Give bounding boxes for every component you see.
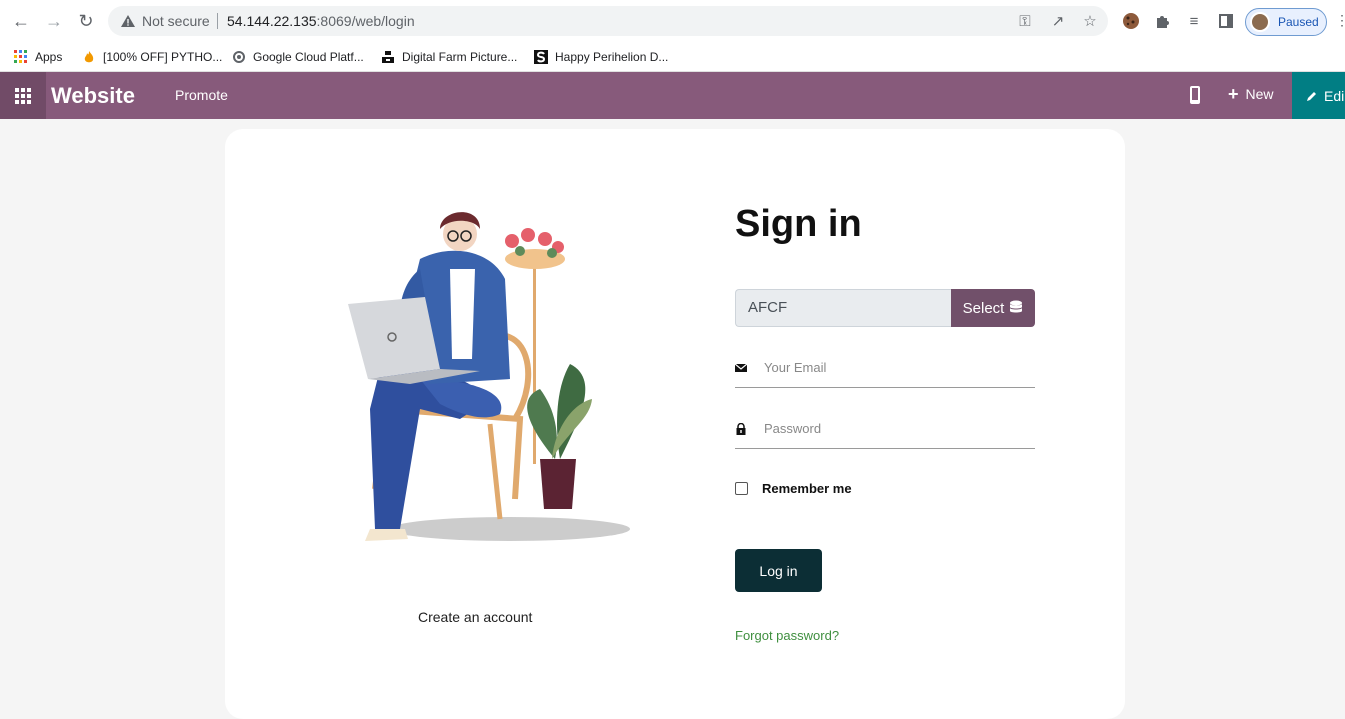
bookmark-label: [100% OFF] PYTHO... bbox=[103, 50, 223, 64]
select-database-button[interactable]: Select bbox=[951, 289, 1035, 327]
unsplash-icon bbox=[382, 51, 394, 63]
warning-icon[interactable] bbox=[120, 13, 136, 29]
fire-icon bbox=[84, 51, 94, 63]
mobile-preview-icon[interactable] bbox=[1188, 85, 1202, 105]
avatar bbox=[1250, 12, 1270, 32]
address-bar[interactable]: Not secure 54.144.22.135:8069/web/login … bbox=[108, 6, 1108, 36]
key-icon[interactable]: ⚿ bbox=[1016, 12, 1034, 30]
profile-status: Paused bbox=[1278, 15, 1319, 29]
gcp-icon bbox=[233, 51, 245, 63]
remember-me-row[interactable]: Remember me bbox=[735, 481, 852, 496]
bookmark-label: Happy Perihelion D... bbox=[555, 50, 669, 64]
database-icon bbox=[1010, 300, 1023, 313]
bookmark-python[interactable]: [100% OFF] PYTHO... bbox=[82, 47, 222, 67]
bookmark-label: Apps bbox=[35, 50, 63, 64]
email-placeholder: Your Email bbox=[764, 360, 827, 375]
more-menu-icon[interactable]: ⋮ bbox=[1335, 12, 1345, 29]
remember-me-label[interactable]: Remember me bbox=[762, 481, 852, 496]
person-with-laptop-illustration bbox=[348, 212, 630, 541]
star-icon[interactable]: ☆ bbox=[1081, 12, 1099, 30]
lock-icon bbox=[736, 423, 746, 435]
app-brand[interactable]: Website bbox=[51, 83, 135, 109]
security-label[interactable]: Not secure bbox=[142, 13, 210, 29]
url-path: :8069/web/login bbox=[316, 13, 415, 29]
password-field[interactable]: Password bbox=[735, 411, 1035, 449]
bookmark-gcp[interactable]: Google Cloud Platf... bbox=[232, 47, 364, 67]
bookmark-label: Digital Farm Picture... bbox=[402, 50, 518, 64]
reload-icon[interactable]: ↻ bbox=[74, 9, 98, 33]
bookmark-digital-farm[interactable]: Digital Farm Picture... bbox=[381, 47, 517, 67]
page-title: Sign in bbox=[735, 203, 862, 245]
media-queue-icon[interactable]: ≡ bbox=[1184, 11, 1204, 31]
apps-grid-icon bbox=[14, 50, 27, 63]
bookmark-perihelion[interactable]: Happy Perihelion D... bbox=[534, 47, 668, 67]
profile-button[interactable]: Paused bbox=[1245, 8, 1327, 36]
bookmarks-bar: Apps [100% OFF] PYTHO... Google Cloud Pl… bbox=[0, 42, 1345, 72]
login-button[interactable]: Log in bbox=[735, 549, 822, 592]
apps-menu-button[interactable] bbox=[0, 72, 46, 119]
back-icon[interactable]: ← bbox=[9, 9, 33, 33]
login-card: Create an account Sign in AFCF Select Yo… bbox=[225, 129, 1125, 719]
extensions-puzzle-icon[interactable] bbox=[1153, 11, 1173, 31]
forward-icon[interactable]: → bbox=[42, 9, 66, 33]
bookmark-label: Google Cloud Platf... bbox=[253, 50, 364, 64]
pencil-icon bbox=[1307, 91, 1316, 101]
plus-icon: + bbox=[1228, 84, 1239, 104]
omnibox-separator bbox=[217, 13, 218, 29]
remember-me-checkbox[interactable] bbox=[735, 482, 748, 495]
new-label: New bbox=[1245, 86, 1274, 102]
side-panel-icon[interactable] bbox=[1216, 11, 1236, 31]
new-button[interactable]: + New bbox=[1228, 84, 1274, 104]
menu-promote[interactable]: Promote bbox=[175, 87, 228, 103]
password-placeholder: Password bbox=[764, 421, 822, 436]
select-label: Select bbox=[962, 299, 1005, 317]
cookie-extension-icon[interactable] bbox=[1121, 11, 1141, 31]
share-icon[interactable]: ↗ bbox=[1049, 12, 1067, 30]
url-text[interactable]: 54.144.22.135:8069/web/login bbox=[227, 13, 415, 29]
s-logo-icon bbox=[534, 50, 548, 64]
edit-button[interactable]: Edi bbox=[1292, 72, 1345, 119]
url-host: 54.144.22.135 bbox=[227, 13, 317, 29]
edit-label: Edi bbox=[1324, 87, 1345, 104]
bookmark-apps[interactable]: Apps bbox=[14, 47, 62, 67]
envelope-icon bbox=[735, 363, 747, 372]
apps-grid-icon bbox=[15, 87, 31, 104]
forgot-password-link[interactable]: Forgot password? bbox=[735, 628, 839, 643]
create-account-link[interactable]: Create an account bbox=[418, 609, 532, 625]
database-field[interactable]: AFCF bbox=[735, 289, 951, 327]
odoo-navbar: Website Promote + New Edi bbox=[0, 72, 1345, 119]
email-field[interactable]: Your Email bbox=[735, 350, 1035, 388]
browser-toolbar: ← → ↻ Not secure 54.144.22.135:8069/web/… bbox=[0, 0, 1345, 42]
